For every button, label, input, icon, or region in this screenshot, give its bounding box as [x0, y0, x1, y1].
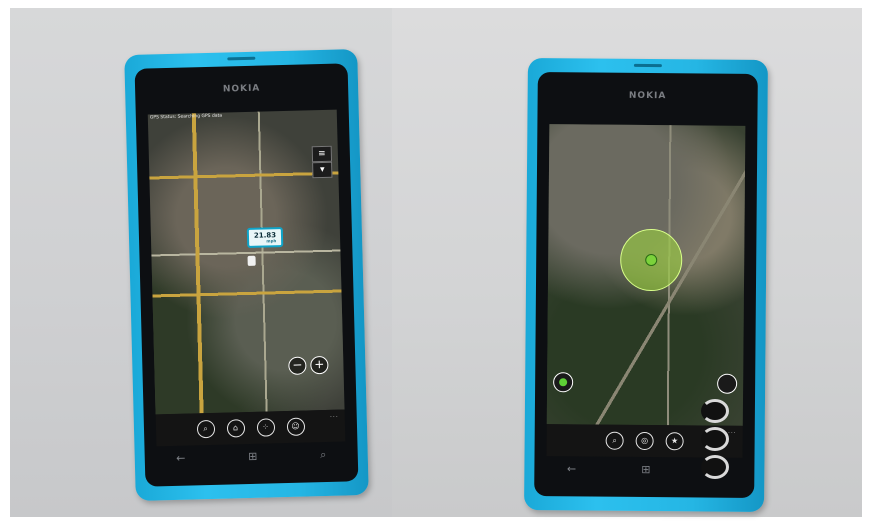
app-bar: ⌕ ⌂ ⁘ ☺ ... — [155, 409, 346, 447]
loading-spinner-icon — [701, 427, 729, 451]
loading-spinner-icon — [701, 399, 729, 423]
speed-badge: 21.83 mph — [246, 227, 284, 248]
zoom-in-button[interactable]: + — [310, 355, 329, 375]
back-icon[interactable]: ← — [176, 452, 186, 466]
brand-logo: NOKIA — [628, 90, 667, 102]
layers-button[interactable] — [717, 373, 738, 394]
home-icon[interactable]: ⌂ — [226, 419, 245, 438]
earpiece — [226, 56, 255, 61]
search-icon[interactable]: ⌕ — [196, 419, 215, 439]
windows-icon[interactable]: ⊞ — [641, 463, 650, 477]
star-icon[interactable]: ★ — [665, 432, 684, 451]
brand-logo: NOKIA — [222, 83, 261, 95]
phone-left: NOKIA GPS Status: Searching GPS data ≡ ▾… — [124, 49, 369, 501]
map-screen[interactable]: GPS Status: Searching GPS data ≡ ▾ 21.83… — [147, 109, 345, 415]
people-icon[interactable]: ☺ — [286, 417, 305, 437]
location-accuracy-circle — [619, 228, 683, 292]
map-screen[interactable] — [546, 124, 746, 426]
windows-icon[interactable]: ⊞ — [248, 450, 258, 464]
gps-button[interactable] — [553, 372, 574, 393]
loading-spinners — [694, 395, 736, 479]
car-icon — [247, 255, 256, 266]
zoom-out-button[interactable]: − — [288, 356, 307, 375]
search-icon[interactable]: ⌕ — [605, 431, 624, 450]
search-icon[interactable]: ⌕ — [320, 448, 327, 462]
chevron-down-icon[interactable]: ▾ — [312, 161, 333, 179]
location-dot-icon — [645, 253, 658, 267]
more-menu[interactable]: ... — [330, 412, 339, 419]
share-icon[interactable]: ⁘ — [256, 418, 275, 437]
gps-status-text: GPS Status: Searching GPS data — [149, 113, 223, 121]
back-icon[interactable]: ← — [567, 462, 576, 476]
loading-spinner-icon — [701, 455, 729, 479]
hardware-keys: ← ⊞ ⌕ — [145, 447, 358, 467]
earpiece — [633, 63, 662, 68]
layers-icon[interactable]: ≡ — [311, 145, 333, 163]
locate-icon[interactable]: ◎ — [635, 431, 654, 451]
bezel: NOKIA GPS Status: Searching GPS data ≡ ▾… — [134, 63, 359, 487]
